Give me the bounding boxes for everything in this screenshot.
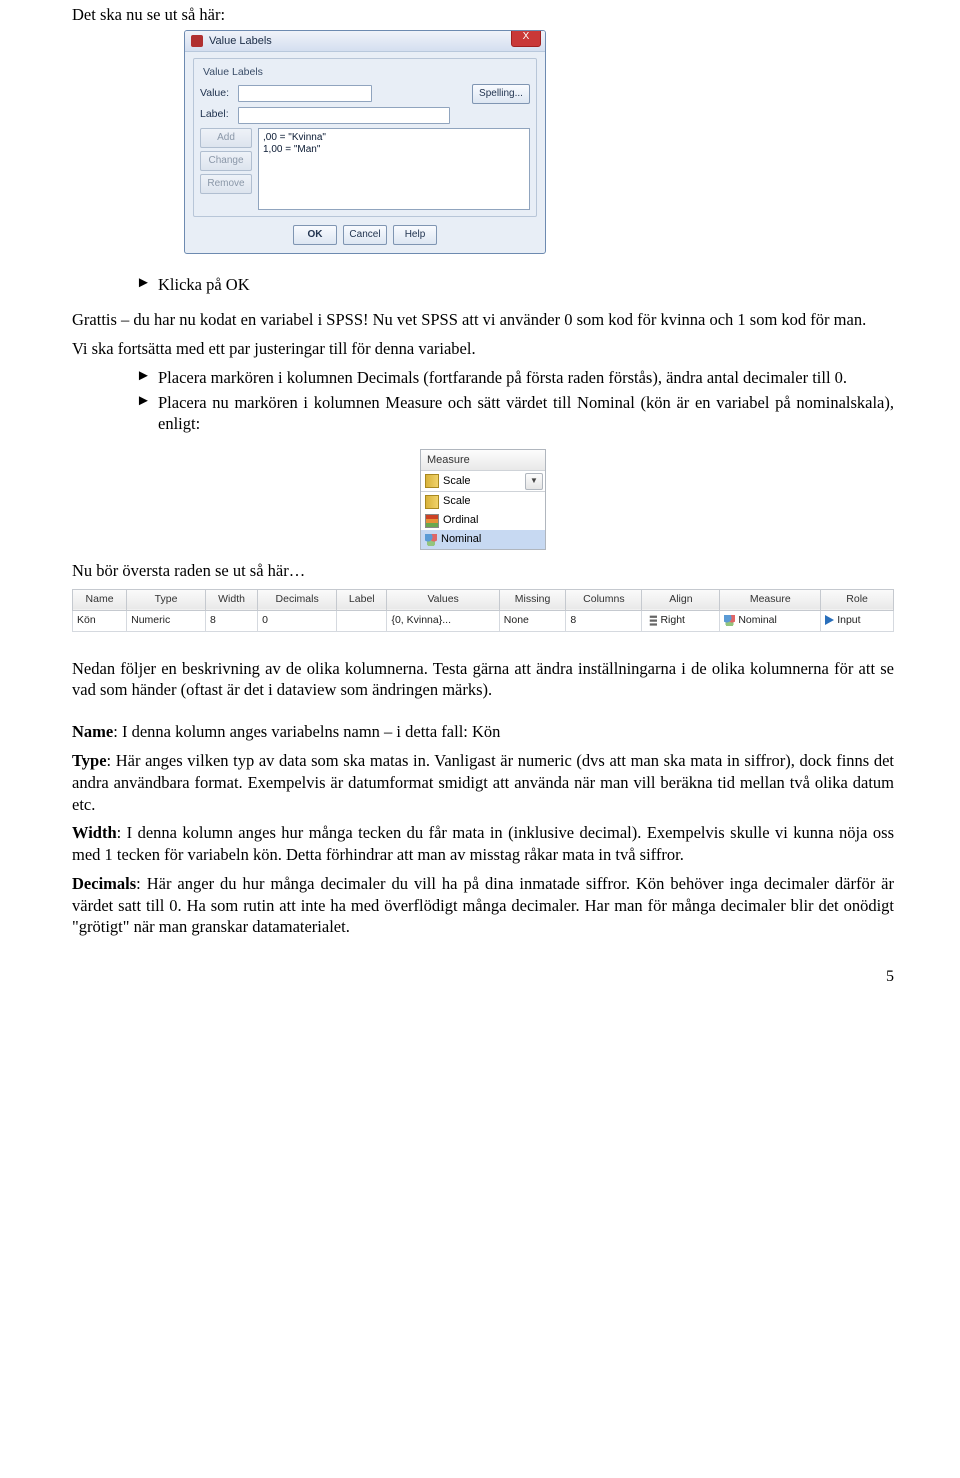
fieldset-title: Value Labels bbox=[200, 66, 266, 80]
chevron-down-icon[interactable]: ▼ bbox=[525, 473, 543, 490]
remove-button[interactable]: Remove bbox=[200, 174, 252, 194]
cell-columns[interactable]: 8 bbox=[566, 610, 642, 631]
cell-type[interactable]: Numeric bbox=[127, 610, 206, 631]
term-text: : Här anges vilken typ av data som ska m… bbox=[72, 751, 894, 814]
cell-width[interactable]: 8 bbox=[205, 610, 257, 631]
dialog-titlebar: Value Labels X bbox=[185, 31, 545, 52]
dialog-title: Value Labels bbox=[209, 34, 272, 49]
value-labels-dialog: Value Labels X Value Labels Value: Spell… bbox=[184, 30, 546, 254]
bullet-arrow-icon: ► bbox=[136, 367, 158, 389]
list-item: 1,00 = "Man" bbox=[263, 144, 525, 157]
value-label: Value: bbox=[200, 87, 238, 101]
term-text: : Här anger du hur många decimaler du vi… bbox=[72, 874, 894, 937]
term-text: : I denna kolumn anges variabelns namn –… bbox=[113, 722, 500, 741]
def-decimals: Decimals: Här anger du hur många decimal… bbox=[72, 873, 894, 938]
balls-icon bbox=[425, 534, 437, 546]
list-item: ,00 = "Kvinna" bbox=[263, 132, 525, 145]
bars-icon bbox=[425, 514, 439, 528]
value-input[interactable] bbox=[238, 85, 372, 102]
change-button[interactable]: Change bbox=[200, 151, 252, 171]
cell-measure-text: Nominal bbox=[738, 614, 777, 626]
paragraph: Nu bör översta raden se ut så här… bbox=[72, 560, 894, 582]
col-header: Width bbox=[205, 589, 257, 610]
cell-decimals[interactable]: 0 bbox=[258, 610, 337, 631]
bullet-list: ► Klicka på OK bbox=[136, 274, 894, 296]
bullet-text: Klicka på OK bbox=[158, 274, 894, 296]
bullet-text: Placera markören i kolumnen Decimals (fo… bbox=[158, 367, 894, 389]
cancel-button[interactable]: Cancel bbox=[343, 225, 387, 245]
term-decimals: Decimals bbox=[72, 874, 136, 893]
measure-option-label: Nominal bbox=[441, 532, 481, 547]
measure-selected-label: Scale bbox=[443, 474, 471, 489]
col-header: Values bbox=[387, 589, 499, 610]
ok-button[interactable]: OK bbox=[293, 225, 337, 245]
col-header: Role bbox=[821, 589, 894, 610]
term-name: Name bbox=[72, 722, 113, 741]
table-row[interactable]: Kön Numeric 8 0 {0, Kvinna}... None 8 Ri… bbox=[73, 610, 894, 631]
help-button[interactable]: Help bbox=[393, 225, 437, 245]
ruler-icon bbox=[425, 474, 439, 488]
term-text: : I denna kolumn anges hur många tecken … bbox=[72, 823, 894, 864]
bullet-arrow-icon: ► bbox=[136, 274, 158, 296]
spelling-button[interactable]: Spelling... bbox=[472, 84, 530, 104]
label-label: Label: bbox=[200, 108, 238, 122]
cell-role[interactable]: Input bbox=[821, 610, 894, 631]
term-type: Type bbox=[72, 751, 107, 770]
cell-align[interactable]: Right bbox=[642, 610, 720, 631]
measure-option-label: Ordinal bbox=[443, 513, 478, 528]
paragraph: Vi ska fortsätta med ett par justeringar… bbox=[72, 338, 894, 360]
measure-dropdown[interactable]: Measure Scale ▼ Scale Ordinal Nominal bbox=[420, 449, 546, 550]
measure-selected[interactable]: Scale ▼ bbox=[421, 471, 545, 492]
cell-role-text: Input bbox=[837, 614, 860, 626]
cell-values[interactable]: {0, Kvinna}... bbox=[387, 610, 499, 631]
cell-align-text: Right bbox=[660, 614, 685, 626]
bullet-text: Placera nu markören i kolumnen Measure o… bbox=[158, 392, 894, 436]
ruler-icon bbox=[425, 495, 439, 509]
nominal-icon bbox=[724, 615, 735, 626]
col-header: Measure bbox=[720, 589, 821, 610]
def-width: Width: I denna kolumn anges hur många te… bbox=[72, 822, 894, 866]
cell-label[interactable] bbox=[337, 610, 387, 631]
col-header: Columns bbox=[566, 589, 642, 610]
col-header: Missing bbox=[499, 589, 566, 610]
label-input[interactable] bbox=[238, 107, 450, 124]
measure-option-label: Scale bbox=[443, 494, 471, 509]
col-header: Align bbox=[642, 589, 720, 610]
intro-line: Det ska nu se ut så här: bbox=[72, 4, 894, 26]
measure-option-scale[interactable]: Scale bbox=[421, 492, 545, 511]
measure-option-nominal[interactable]: Nominal bbox=[421, 530, 545, 549]
value-labels-fieldset: Value Labels Value: Spelling... Label: A… bbox=[193, 58, 537, 217]
bullet-arrow-icon: ► bbox=[136, 392, 158, 436]
def-type: Type: Här anges vilken typ av data som s… bbox=[72, 750, 894, 815]
app-icon bbox=[191, 35, 203, 47]
cell-measure[interactable]: Nominal bbox=[720, 610, 821, 631]
align-right-icon bbox=[646, 615, 657, 626]
col-header: Label bbox=[337, 589, 387, 610]
col-header: Type bbox=[127, 589, 206, 610]
measure-header: Measure bbox=[421, 450, 545, 471]
paragraph: Nedan följer en beskrivning av de olika … bbox=[72, 658, 894, 702]
variable-view-table: Name Type Width Decimals Label Values Mi… bbox=[72, 589, 894, 632]
value-list[interactable]: ,00 = "Kvinna" 1,00 = "Man" bbox=[258, 128, 530, 210]
cell-missing[interactable]: None bbox=[499, 610, 566, 631]
measure-option-ordinal[interactable]: Ordinal bbox=[421, 511, 545, 530]
col-header: Decimals bbox=[258, 589, 337, 610]
close-icon[interactable]: X bbox=[511, 30, 541, 47]
add-button[interactable]: Add bbox=[200, 128, 252, 148]
def-name: Name: I denna kolumn anges variabelns na… bbox=[72, 721, 894, 743]
col-header: Name bbox=[73, 589, 127, 610]
input-role-icon bbox=[825, 615, 834, 625]
page-number: 5 bbox=[72, 966, 894, 987]
bullet-list: ► Placera markören i kolumnen Decimals (… bbox=[136, 367, 894, 435]
term-width: Width bbox=[72, 823, 117, 842]
paragraph: Grattis – du har nu kodat en variabel i … bbox=[72, 309, 894, 331]
cell-name[interactable]: Kön bbox=[73, 610, 127, 631]
